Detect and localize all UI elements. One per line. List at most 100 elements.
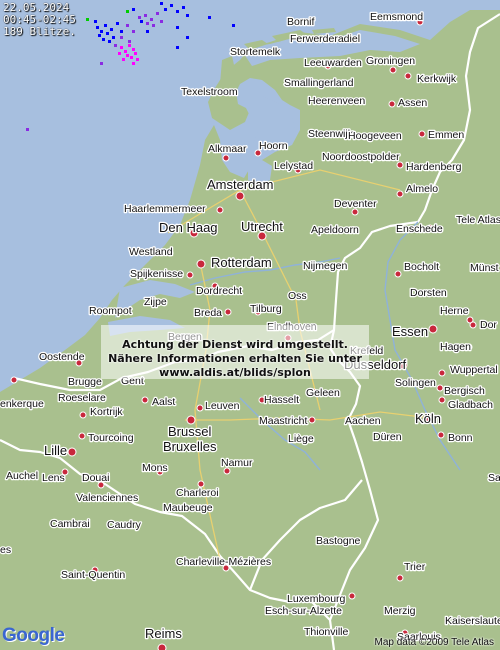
city-marker[interactable] xyxy=(78,432,86,440)
city-label: Charleville-Mézières xyxy=(176,556,271,568)
city-label: Haarlemmermeer xyxy=(124,203,206,215)
city-label: Enschede xyxy=(396,223,443,235)
city-marker[interactable] xyxy=(308,416,316,424)
city-label: Hasselt xyxy=(264,394,299,406)
city-label: Essen xyxy=(392,324,428,339)
city-label: Deventer xyxy=(334,198,377,210)
city-label: Stortemelk xyxy=(230,46,281,58)
city-label: Merzig xyxy=(384,605,416,617)
city-label: Namur xyxy=(221,457,253,469)
city-marker[interactable] xyxy=(196,404,204,412)
city-marker[interactable] xyxy=(157,643,167,650)
city-label: Maubeuge xyxy=(163,502,213,514)
google-logo[interactable]: Google xyxy=(2,625,65,647)
city-marker[interactable] xyxy=(79,411,87,419)
city-label: Aachen xyxy=(345,415,381,427)
city-label: Lens xyxy=(42,472,65,484)
city-label: Spijkenisse xyxy=(130,268,183,280)
city-label: Geleen xyxy=(306,387,340,399)
city-marker[interactable] xyxy=(418,130,426,138)
city-label: Cambrai xyxy=(50,518,90,530)
city-marker[interactable] xyxy=(388,100,396,108)
city-label: Thionville xyxy=(304,626,349,638)
city-marker[interactable] xyxy=(436,384,444,392)
city-label: Aalst xyxy=(152,396,175,408)
city-label: Brussel xyxy=(168,424,211,439)
city-label: Sa xyxy=(488,472,500,484)
city-marker[interactable] xyxy=(396,190,404,198)
city-label: Oss xyxy=(288,290,307,302)
city-label: Texelstroom xyxy=(181,86,238,98)
city-marker[interactable] xyxy=(396,161,404,169)
city-marker[interactable] xyxy=(394,270,402,278)
city-label: Hoogeveen xyxy=(348,130,402,142)
city-label: Utrecht xyxy=(241,219,283,234)
city-label: Noordoostpolder xyxy=(322,151,400,163)
notice-url[interactable]: www.aldis.at/blids/splon xyxy=(101,366,369,379)
city-marker[interactable] xyxy=(428,324,438,334)
city-marker[interactable] xyxy=(438,369,446,377)
city-label: Bornif xyxy=(287,16,315,28)
city-label: Hoorn xyxy=(259,140,288,152)
city-label: Düren xyxy=(373,431,402,443)
city-marker[interactable] xyxy=(404,72,412,80)
city-label: Leuven xyxy=(205,400,240,412)
city-marker[interactable] xyxy=(469,321,477,329)
city-marker[interactable] xyxy=(396,574,404,582)
city-marker[interactable] xyxy=(437,431,445,439)
city-marker[interactable] xyxy=(10,376,18,384)
city-marker[interactable] xyxy=(67,447,77,457)
city-label: Luxembourg xyxy=(287,593,346,605)
city-label: Münst xyxy=(470,262,499,274)
city-label: Groningen xyxy=(366,55,415,67)
city-marker[interactable] xyxy=(186,415,196,425)
city-label: Kerkwijk xyxy=(417,73,457,85)
city-label: Alkmaar xyxy=(208,143,247,155)
city-marker[interactable] xyxy=(216,206,224,214)
city-label: Bergisch xyxy=(444,385,485,397)
city-marker[interactable] xyxy=(186,271,194,279)
city-label: Dor xyxy=(480,319,497,331)
city-label: Amsterdam xyxy=(207,177,273,192)
city-label: Bocholt xyxy=(404,261,439,273)
city-label: Steenwijk xyxy=(308,128,354,140)
city-label: Valenciennes xyxy=(76,492,138,504)
city-label: Brugge xyxy=(68,376,102,388)
city-marker[interactable] xyxy=(141,396,149,404)
city-label: Douai xyxy=(82,472,109,484)
city-label: Leeuwarden xyxy=(304,57,362,69)
city-label: Saint-Quentin xyxy=(61,569,125,581)
city-label: Liège xyxy=(288,433,314,445)
city-marker[interactable] xyxy=(389,66,397,74)
city-label: Auchel xyxy=(6,470,38,482)
city-label: Dordrecht xyxy=(196,285,242,297)
city-label: Nijmegen xyxy=(303,260,348,272)
city-marker[interactable] xyxy=(348,592,356,600)
city-label: Westland xyxy=(129,246,173,258)
city-label: Emmen xyxy=(428,129,464,141)
city-label: Caudry xyxy=(107,519,142,531)
city-label: Hardenberg xyxy=(406,161,462,173)
city-label: Bastogne xyxy=(316,535,361,547)
city-marker[interactable] xyxy=(235,191,245,201)
city-label: Dorsten xyxy=(410,287,447,299)
city-label: Kortrijk xyxy=(90,406,123,418)
city-marker[interactable] xyxy=(75,359,83,367)
info-strike-count: 189 Blitze. xyxy=(3,25,76,38)
city-marker[interactable] xyxy=(196,259,206,269)
city-marker[interactable] xyxy=(222,154,230,162)
city-label: Heerenveen xyxy=(308,95,365,107)
city-marker[interactable] xyxy=(224,308,232,316)
city-label: Bonn xyxy=(448,432,473,444)
city-label: Breda xyxy=(194,307,222,319)
notice-line-1: Achtung der Dienst wird umgestellt. xyxy=(122,338,348,351)
city-label: Solingen xyxy=(395,377,436,389)
city-label: Wuppertal xyxy=(450,364,498,376)
city-label: Lille xyxy=(44,443,67,458)
city-marker[interactable] xyxy=(97,481,105,489)
city-label: Tilburg xyxy=(250,303,282,315)
city-label: Tele Atlas xyxy=(456,214,500,226)
city-marker[interactable] xyxy=(438,396,446,404)
city-label: Assen xyxy=(398,97,427,109)
city-label: Rotterdam xyxy=(211,255,272,270)
